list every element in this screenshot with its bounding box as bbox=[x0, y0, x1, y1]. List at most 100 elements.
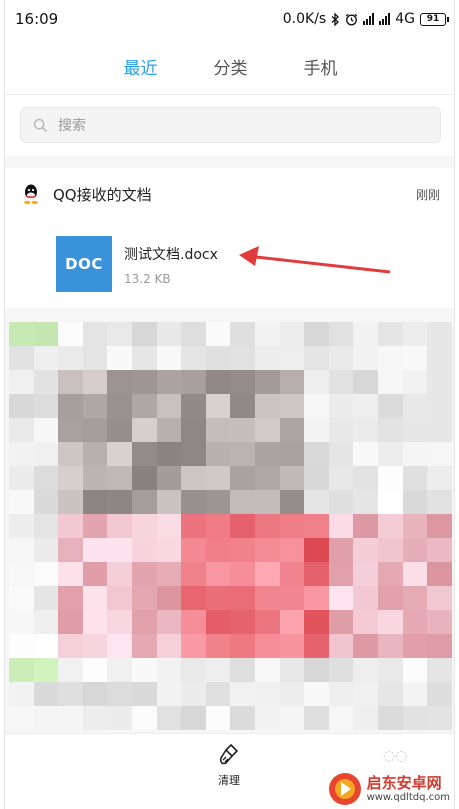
mosaic-cell bbox=[33, 634, 60, 659]
mosaic-cell bbox=[9, 586, 35, 611]
mosaic-cell bbox=[353, 442, 379, 467]
mosaic-cell bbox=[82, 466, 109, 491]
mosaic-cell bbox=[156, 514, 183, 539]
mosaic-cell bbox=[328, 562, 355, 587]
mosaic-cell bbox=[304, 370, 330, 395]
mosaic-cell bbox=[230, 538, 256, 563]
arrow-icon bbox=[239, 246, 391, 274]
doc-file-icon: DOC bbox=[56, 236, 112, 292]
mosaic-cell bbox=[132, 538, 158, 563]
mosaic-cell bbox=[230, 514, 256, 539]
clean-label: 清理 bbox=[218, 774, 240, 787]
mosaic-cell bbox=[205, 466, 232, 491]
watermark-url: www.qdltdq.com bbox=[366, 791, 450, 803]
mosaic-cell bbox=[33, 586, 60, 611]
mosaic-cell bbox=[82, 634, 109, 659]
mosaic-cell bbox=[402, 658, 429, 683]
mosaic-cell bbox=[304, 514, 330, 539]
mosaic-cell bbox=[304, 442, 330, 467]
clean-button[interactable]: 清理 bbox=[201, 742, 257, 792]
mosaic-cell bbox=[378, 586, 404, 611]
mosaic-cell bbox=[82, 370, 109, 395]
mosaic-cell bbox=[402, 562, 429, 587]
tab-category[interactable]: 分类 bbox=[208, 48, 254, 85]
mosaic-cell bbox=[402, 394, 429, 419]
mosaic-cell bbox=[181, 442, 207, 467]
mosaic-cell bbox=[82, 442, 109, 467]
mosaic-cell bbox=[255, 586, 281, 611]
mosaic-cell bbox=[82, 418, 109, 443]
signal-icon bbox=[363, 13, 375, 25]
mosaic-cell bbox=[205, 706, 232, 730]
section-title: QQ接收的文档 bbox=[53, 185, 152, 204]
status-time: 16:09 bbox=[15, 10, 59, 28]
mosaic-cell bbox=[181, 562, 207, 587]
mosaic-cell bbox=[402, 586, 429, 611]
mosaic-cell bbox=[58, 586, 84, 611]
mosaic-cell bbox=[9, 466, 35, 491]
mosaic-cell bbox=[107, 514, 133, 539]
mosaic-cell bbox=[181, 490, 207, 515]
mosaic-cell bbox=[353, 394, 379, 419]
mosaic-cell bbox=[279, 370, 306, 395]
mosaic-cell bbox=[82, 346, 109, 371]
mosaic-cell bbox=[353, 418, 379, 443]
mosaic-cell bbox=[9, 538, 35, 563]
mosaic-cell bbox=[205, 538, 232, 563]
status-bar: 16:09 0.0K/s 4G 91 bbox=[5, 0, 454, 38]
mosaic-cell bbox=[427, 586, 452, 611]
mosaic-cell bbox=[304, 706, 330, 730]
mosaic-cell bbox=[181, 658, 207, 683]
tab-phone[interactable]: 手机 bbox=[298, 48, 344, 85]
mosaic-cell bbox=[33, 466, 60, 491]
mosaic-cell bbox=[255, 682, 281, 707]
mosaic-cell bbox=[255, 370, 281, 395]
mosaic-cell bbox=[427, 610, 452, 635]
mosaic-cell bbox=[427, 370, 452, 395]
mosaic-cell bbox=[353, 634, 379, 659]
mosaic-cell bbox=[378, 490, 404, 515]
mosaic-cell bbox=[304, 466, 330, 491]
mosaic-cell bbox=[156, 394, 183, 419]
mosaic-cell bbox=[378, 394, 404, 419]
mosaic-cell bbox=[328, 322, 355, 347]
mosaic-cell bbox=[328, 538, 355, 563]
file-item[interactable]: DOC 测试文档.docx 13.2 KB bbox=[56, 236, 218, 292]
mosaic-cell bbox=[402, 490, 429, 515]
mosaic-cell bbox=[33, 346, 60, 371]
mosaic-cell bbox=[58, 706, 84, 730]
mosaic-cell bbox=[279, 418, 306, 443]
mosaic-cell bbox=[9, 490, 35, 515]
mosaic-cell bbox=[328, 442, 355, 467]
network-type: 4G bbox=[395, 11, 415, 27]
mosaic-cell bbox=[230, 658, 256, 683]
search-area: 搜索 bbox=[5, 94, 454, 156]
mosaic-cell bbox=[304, 490, 330, 515]
watermark-logo bbox=[328, 773, 361, 805]
mosaic-cell bbox=[82, 682, 109, 707]
mosaic-cell bbox=[255, 322, 281, 347]
file-name: 测试文档.docx bbox=[124, 247, 218, 263]
mosaic-cell bbox=[230, 682, 256, 707]
mosaic-cell bbox=[304, 658, 330, 683]
mosaic-cell bbox=[328, 658, 355, 683]
mosaic-cell bbox=[255, 346, 281, 371]
mosaic-cell bbox=[279, 538, 306, 563]
mosaic-cell bbox=[33, 706, 60, 730]
mosaic-cell bbox=[156, 370, 183, 395]
mosaic-cell bbox=[255, 538, 281, 563]
mosaic-cell bbox=[132, 346, 158, 371]
mosaic-cell bbox=[255, 466, 281, 491]
mosaic-cell bbox=[107, 490, 133, 515]
mosaic-cell bbox=[107, 634, 133, 659]
mosaic-cell bbox=[205, 610, 232, 635]
blurred-content bbox=[9, 322, 452, 730]
mosaic-cell bbox=[205, 346, 232, 371]
mosaic-cell bbox=[353, 610, 379, 635]
mosaic-cell bbox=[230, 634, 256, 659]
search-input[interactable]: 搜索 bbox=[20, 107, 441, 143]
mosaic-cell bbox=[378, 682, 404, 707]
tab-recent[interactable]: 最近 bbox=[118, 48, 164, 85]
mosaic-cell bbox=[82, 658, 109, 683]
mosaic-cell bbox=[205, 394, 232, 419]
